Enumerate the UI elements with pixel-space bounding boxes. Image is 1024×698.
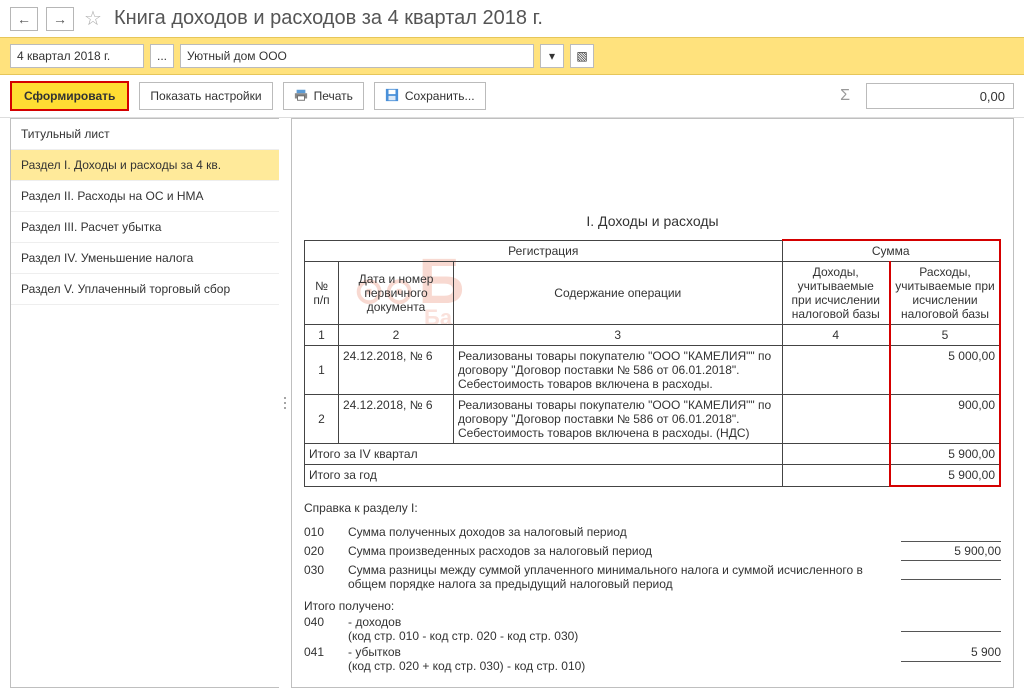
print-button[interactable]: Печать [283, 82, 364, 110]
cell-expense: 5 000,00 [890, 346, 1000, 395]
arrow-right-icon: → [53, 11, 67, 27]
ref-code-020: 020 [304, 544, 334, 558]
sidebar: Титульный лист Раздел I. Доходы и расход… [10, 118, 279, 688]
cell-operation: Реализованы товары покупателю "ООО "КАМЕ… [454, 346, 783, 395]
save-label: Сохранить... [405, 89, 475, 103]
save-button[interactable]: Сохранить... [374, 82, 486, 110]
header-operation: Содержание операции [454, 262, 783, 325]
ref-text-010: Сумма полученных доходов за налоговый пе… [348, 525, 887, 539]
printer-icon [294, 88, 308, 105]
nav-forward-button[interactable]: → [46, 7, 74, 31]
ref-val-010 [901, 525, 1001, 542]
ref-text-040: - доходов [348, 615, 877, 629]
reference-subtotal-label: Итого получено: [304, 599, 1001, 613]
popout-icon: ▧ [576, 49, 587, 63]
header-expense: Расходы, учитываемые при исчислении нало… [890, 262, 1000, 325]
filter-bar: 4 квартал 2018 г. ... Уютный дом ООО ▾ ▧ [0, 37, 1024, 75]
sidebar-item-section-2[interactable]: Раздел II. Расходы на ОС и НМА [11, 181, 279, 212]
sum-value: 0,00 [980, 89, 1005, 104]
arrow-left-icon: ← [17, 11, 31, 27]
show-settings-button[interactable]: Показать настройки [139, 82, 272, 110]
ref-sub-041: (код стр. 020 + код стр. 030) - код стр.… [348, 659, 877, 673]
splitter-handle[interactable] [279, 118, 291, 688]
ref-text-041: - убытков [348, 645, 877, 659]
ledger-table: Регистрация Сумма № п/п Дата и номер пер… [304, 239, 1001, 487]
cell-operation: Реализованы товары покупателю "ООО "КАМЕ… [454, 395, 783, 444]
total-year-income [782, 465, 890, 487]
idx-col-2: 2 [339, 325, 454, 346]
show-settings-label: Показать настройки [150, 89, 261, 103]
ref-text-020: Сумма произведенных расходов за налоговы… [348, 544, 887, 558]
page-title: Книга доходов и расходов за 4 квартал 20… [114, 7, 543, 30]
section-reference: Справка к разделу I: 010 Сумма полученны… [304, 501, 1001, 673]
ref-val-040 [901, 615, 1001, 632]
total-year-label: Итого за год [305, 465, 783, 487]
cell-doc: 24.12.2018, № 6 [339, 346, 454, 395]
sidebar-item-section-1[interactable]: Раздел I. Доходы и расходы за 4 кв. [11, 150, 279, 181]
idx-col-4: 4 [782, 325, 890, 346]
period-value: 4 квартал 2018 г. [17, 49, 110, 63]
header-sum: Сумма [782, 240, 1000, 262]
ref-code-040: 040 [304, 615, 334, 629]
reference-heading: Справка к разделу I: [304, 501, 1001, 515]
toolbar: Сформировать Показать настройки Печать С… [0, 75, 1024, 118]
ref-code-030: 030 [304, 563, 334, 577]
sidebar-item-title-page[interactable]: Титульный лист [11, 119, 279, 150]
sidebar-item-section-4[interactable]: Раздел IV. Уменьшение налога [11, 243, 279, 274]
print-label: Печать [314, 89, 353, 103]
cell-income [782, 346, 890, 395]
idx-col-3: 3 [454, 325, 783, 346]
idx-col-5: 5 [890, 325, 1000, 346]
ref-sub-040: (код стр. 010 - код стр. 020 - код стр. … [348, 629, 877, 643]
sidebar-item-section-3[interactable]: Раздел III. Расчет убытка [11, 212, 279, 243]
drag-dots-icon [284, 402, 286, 404]
total-q4-income [782, 444, 890, 465]
cell-num: 2 [305, 395, 339, 444]
ref-val-041: 5 900 [901, 645, 1001, 662]
nav-back-button[interactable]: ← [10, 7, 38, 31]
ref-val-030 [901, 563, 1001, 580]
header-income: Доходы, учитываемые при исчислении налог… [782, 262, 890, 325]
organization-value: Уютный дом ООО [187, 49, 287, 63]
table-row: 1 24.12.2018, № 6 Реализованы товары пок… [305, 346, 1001, 395]
sidebar-item-section-5[interactable]: Раздел V. Уплаченный торговый сбор [11, 274, 279, 305]
total-q4-label: Итого за IV квартал [305, 444, 783, 465]
report-panel: ⊙⊙Б Ба I. Доходы и расходы Регистрация С… [291, 118, 1014, 688]
period-field[interactable]: 4 квартал 2018 г. [10, 44, 144, 68]
organization-field[interactable]: Уютный дом ООО [180, 44, 534, 68]
ref-val-020: 5 900,00 [901, 544, 1001, 561]
diskette-icon [385, 88, 399, 105]
cell-expense: 900,00 [890, 395, 1000, 444]
header-doc: Дата и номер первичного документа [339, 262, 454, 325]
cell-income [782, 395, 890, 444]
ellipsis-icon: ... [157, 49, 167, 63]
section-title: I. Доходы и расходы [304, 213, 1001, 229]
header-num: № п/п [305, 262, 339, 325]
table-row: 2 24.12.2018, № 6 Реализованы товары пок… [305, 395, 1001, 444]
cell-doc: 24.12.2018, № 6 [339, 395, 454, 444]
ref-code-010: 010 [304, 525, 334, 539]
organization-dropdown-button[interactable]: ▾ [540, 44, 564, 68]
generate-label: Сформировать [24, 89, 115, 103]
total-year-expense: 5 900,00 [890, 465, 1000, 487]
favorite-star-icon[interactable]: ☆ [84, 6, 102, 31]
sigma-icon: Σ [840, 87, 850, 105]
header-registration: Регистрация [305, 240, 783, 262]
cell-num: 1 [305, 346, 339, 395]
generate-button[interactable]: Сформировать [10, 81, 129, 111]
total-q4-expense: 5 900,00 [890, 444, 1000, 465]
idx-col-1: 1 [305, 325, 339, 346]
ref-code-041: 041 [304, 645, 334, 659]
organization-open-button[interactable]: ▧ [570, 44, 594, 68]
sum-field[interactable]: 0,00 [866, 83, 1014, 109]
ref-text-030: Сумма разницы между суммой уплаченного м… [348, 563, 887, 591]
period-picker-button[interactable]: ... [150, 44, 174, 68]
chevron-down-icon: ▾ [549, 49, 555, 63]
